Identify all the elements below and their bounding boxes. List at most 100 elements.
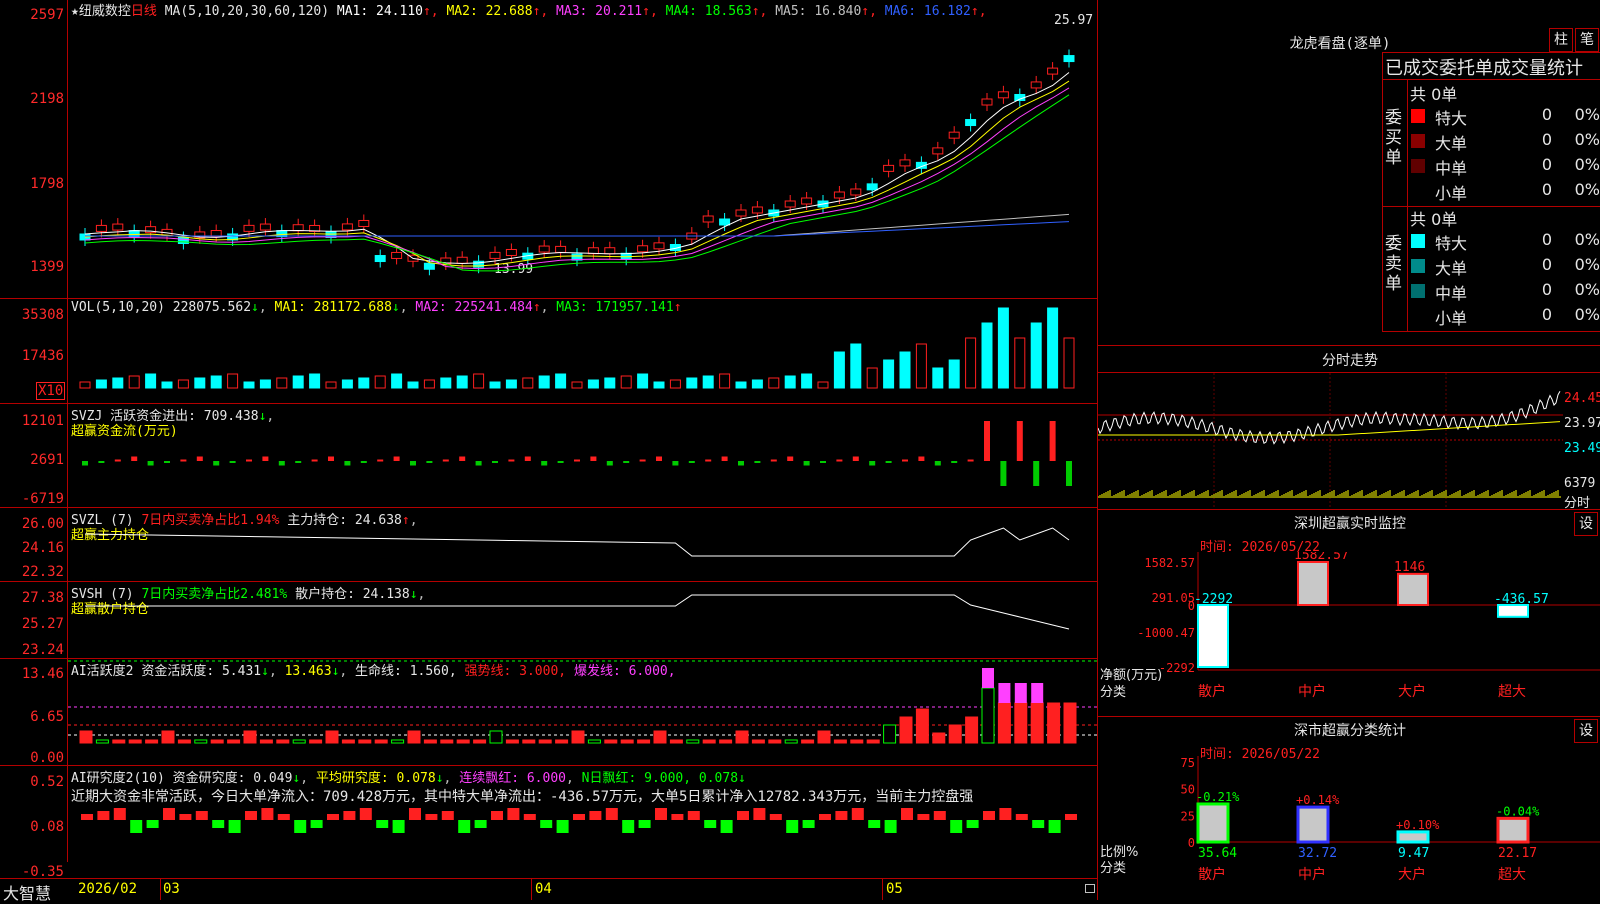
chart-mark (474, 820, 487, 828)
chart-mark (786, 820, 799, 833)
chart-mark (79, 730, 93, 744)
chart-mark (147, 461, 154, 466)
tick-mode-button[interactable]: 笔 (1575, 28, 1599, 52)
chart-mark (391, 373, 403, 389)
chart-mark (407, 730, 421, 744)
order-type-label: 中单 (1435, 284, 1468, 303)
sz-class-settings-button[interactable]: 设 (1574, 719, 1598, 743)
svsh-tick: 25.27 (21, 616, 64, 632)
chart-mark (505, 248, 517, 256)
chart-mark (194, 739, 208, 744)
chart-mark (243, 730, 257, 744)
intraday-price-low: 23.49 (1564, 441, 1600, 456)
chart-mark (374, 739, 388, 744)
chart-mark (440, 739, 454, 744)
chart-mark (901, 808, 913, 820)
chart-mark (440, 377, 452, 389)
chart-mark (899, 716, 913, 744)
vol-unit-badge[interactable]: X10 (36, 382, 66, 400)
chart-mark (835, 811, 848, 820)
chart-mark (243, 224, 255, 232)
chart-mark (965, 119, 977, 127)
chart-mark (1000, 461, 1007, 486)
intraday-chart[interactable] (1098, 373, 1563, 508)
chart-mark (328, 456, 334, 461)
color-swatch (1411, 309, 1425, 323)
chart-mark (868, 820, 881, 828)
chart-mark (997, 91, 1009, 99)
chart-mark (95, 379, 107, 389)
chart-mark (95, 224, 107, 232)
chart-mark (164, 461, 170, 463)
chart-mark (1032, 820, 1045, 828)
bar (1296, 805, 1330, 844)
sz-monitor-settings-button[interactable]: 设 (1574, 512, 1598, 536)
chart-mark (850, 343, 862, 389)
chart-mark (967, 459, 974, 462)
chart-mark (833, 351, 845, 389)
chart-mark (1014, 702, 1028, 744)
chart-mark (391, 739, 405, 744)
order-count: 0 (1541, 280, 1552, 299)
chart-mark (705, 459, 712, 462)
chart-mark (310, 820, 323, 828)
chart-mark (538, 739, 552, 744)
chart-mark (932, 732, 946, 744)
date-label: 04 (535, 881, 552, 897)
chart-mark (458, 820, 471, 833)
chart-mark (98, 461, 105, 463)
chart-mark (1014, 683, 1027, 703)
chart-mark (573, 814, 585, 820)
bar-label: -436.57 (1494, 592, 1549, 607)
bar-label: 1582.57 (1294, 552, 1349, 563)
chart-mark (540, 820, 553, 828)
chart-mark (227, 739, 241, 744)
chart-mark (79, 381, 91, 389)
chart-mark (246, 459, 252, 462)
bar-mode-button[interactable]: 柱 (1549, 28, 1573, 52)
chart-mark (981, 98, 993, 106)
chart-mark (784, 200, 796, 208)
chart-mark (309, 739, 323, 744)
chart-mark (456, 739, 470, 744)
chart-mark (294, 820, 307, 833)
svzl-tick: 24.16 (21, 540, 64, 556)
chart-mark (885, 461, 892, 463)
chart-mark (965, 337, 977, 389)
chart-mark (163, 808, 175, 820)
chart-mark (229, 461, 236, 463)
chart-mark (787, 456, 794, 461)
order-percent: 0% (1574, 255, 1600, 274)
chart-mark (492, 461, 498, 463)
chart-mark (82, 461, 88, 466)
chart-mark (966, 820, 979, 828)
chart-mark (820, 461, 826, 463)
chart-mark (341, 739, 355, 744)
chart-mark (145, 739, 159, 744)
chart-mark (278, 461, 285, 466)
chart-mark (686, 739, 700, 744)
chart-mark (556, 820, 569, 833)
bar-delta: -0.04% (1496, 804, 1540, 818)
brand-logo[interactable]: 大智慧 (3, 880, 51, 904)
chart-mark (866, 739, 880, 744)
chart-mark (719, 373, 731, 389)
lock-icon[interactable] (1085, 884, 1095, 893)
chart-mark (587, 739, 601, 744)
chart-mark (669, 739, 683, 744)
chart-mark (309, 373, 321, 389)
chart-mark (227, 373, 239, 389)
ai-act-tick: 13.46 (21, 666, 64, 682)
chart-mark (686, 377, 698, 389)
price-tick: 1798 (30, 176, 64, 192)
kline-chart[interactable] (68, 0, 1097, 878)
chart-mark (341, 223, 353, 231)
chart-mark (802, 820, 815, 828)
chart-mark (95, 739, 109, 744)
order-percent: 0% (1574, 280, 1600, 299)
chart-mark (655, 808, 667, 820)
chart-mark (719, 739, 733, 744)
chart-mark (392, 820, 405, 833)
chart-mark (918, 456, 925, 461)
chart-mark (850, 188, 862, 196)
